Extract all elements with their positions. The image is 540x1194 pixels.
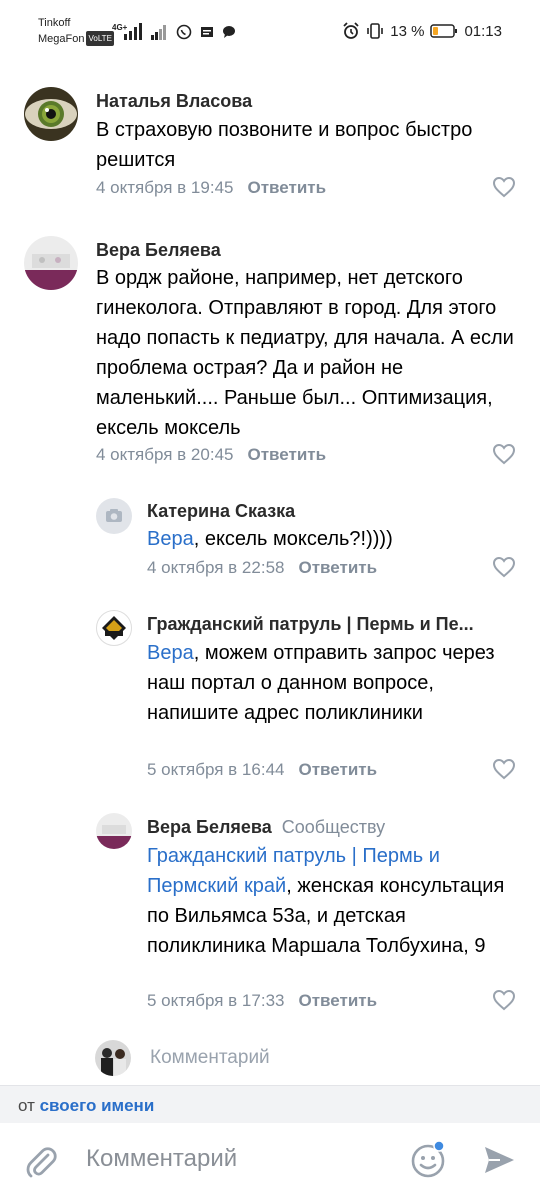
comment-meta: 5 октября в 17:33 Ответить xyxy=(147,991,377,1011)
avatar[interactable] xyxy=(24,236,78,290)
reply-button[interactable]: Ответить xyxy=(247,178,326,197)
comment-author[interactable]: Вера Беляева xyxy=(96,240,221,261)
comment-author-line: Вера Беляева Сообществу xyxy=(147,817,385,838)
comment-author[interactable]: Наталья Власова xyxy=(96,91,252,112)
comment-text: Вера, можем отправить запрос через наш п… xyxy=(147,638,497,728)
community-logo-icon xyxy=(102,616,126,640)
reply-button[interactable]: Ответить xyxy=(298,558,377,577)
reply-button[interactable]: Ответить xyxy=(298,991,377,1010)
post-as-prefix: от xyxy=(18,1096,40,1115)
network-type: 4G+ xyxy=(112,23,128,32)
send-icon[interactable] xyxy=(480,1141,518,1179)
avatar[interactable] xyxy=(24,87,78,141)
user-avatar xyxy=(95,1040,131,1076)
vibrate-icon xyxy=(367,23,384,39)
heart-icon[interactable] xyxy=(492,443,516,465)
comment-text: Вера, ексель моксель?!)))) xyxy=(147,524,517,554)
mention-link[interactable]: Вера xyxy=(147,642,194,664)
inline-comment-placeholder: Комментарий xyxy=(150,1047,270,1068)
paperclip-icon[interactable] xyxy=(22,1143,60,1181)
avatar-eye-image xyxy=(24,87,78,141)
post-as-link[interactable]: своего имени xyxy=(40,1096,155,1115)
carrier-2: MegaFon xyxy=(38,33,85,45)
carrier-info: Tinkoff MegaFon VoLTE xyxy=(38,16,114,47)
status-icons-right: 13 % 01:13 xyxy=(342,22,502,40)
status-bar: Tinkoff MegaFon VoLTE 4G+ 13 % 01:13 xyxy=(0,0,540,62)
comment-date: 5 октября в 17:33 xyxy=(147,991,285,1010)
comment-date: 4 октября в 22:58 xyxy=(147,558,285,577)
comment-body: , ексель моксель?!)))) xyxy=(193,528,393,550)
comment-date: 4 октября в 19:45 xyxy=(96,178,234,197)
volte-badge: VoLTE xyxy=(86,31,114,46)
signal-icon xyxy=(151,25,166,40)
user-avatar-image xyxy=(95,1040,131,1076)
comment-body: , можем отправить запрос через наш порта… xyxy=(147,642,495,724)
chat-icon xyxy=(223,26,235,38)
comment-input[interactable]: Комментарий xyxy=(86,1145,237,1173)
avatar[interactable] xyxy=(96,813,132,849)
inline-comment-field[interactable]: Комментарий xyxy=(95,1038,515,1078)
signal-4g-icon: 4G+ xyxy=(112,23,142,40)
battery-icon xyxy=(430,24,458,38)
heart-icon[interactable] xyxy=(492,176,516,198)
comment-meta: 4 октября в 19:45 Ответить xyxy=(96,178,326,198)
carrier-1: Tinkoff xyxy=(38,17,71,29)
comment-author[interactable]: Катерина Сказка xyxy=(147,501,295,522)
comment-date: 5 октября в 16:44 xyxy=(147,760,285,779)
whatsapp-icon xyxy=(176,24,192,40)
comment-meta: 5 октября в 16:44 Ответить xyxy=(147,760,377,780)
status-icons-left: 4G+ xyxy=(112,22,236,42)
comment-date: 4 октября в 20:45 xyxy=(96,445,234,464)
post-as-bar: от своего имени xyxy=(0,1085,540,1123)
comment-meta: 4 октября в 20:45 Ответить xyxy=(96,445,326,465)
avatar-image xyxy=(96,813,132,849)
alarm-icon xyxy=(343,22,359,39)
heart-icon[interactable] xyxy=(492,556,516,578)
avatar-image xyxy=(24,236,78,290)
mention-link[interactable]: Вера xyxy=(147,528,194,550)
avatar[interactable] xyxy=(96,610,132,646)
avatar[interactable] xyxy=(96,498,132,534)
comment-author[interactable]: Гражданский патруль | Пермь и Пе... xyxy=(147,614,474,635)
battery-percent: 13 % xyxy=(390,22,425,40)
comment-meta: 4 октября в 22:58 Ответить xyxy=(147,558,377,578)
post-as-label: от своего имени xyxy=(18,1096,154,1116)
heart-icon[interactable] xyxy=(492,758,516,780)
emoji-icon[interactable] xyxy=(408,1139,448,1179)
reply-button[interactable]: Ответить xyxy=(298,760,377,779)
comment-text: В страховую позвоните и вопрос быстро ре… xyxy=(96,119,473,171)
comment-author[interactable]: Вера Беляева xyxy=(147,817,272,837)
comment-text: В ордж районе, например, нет детского ги… xyxy=(96,267,514,439)
clock: 01:13 xyxy=(464,22,502,40)
comment-composer: Комментарий xyxy=(0,1123,540,1194)
camera-icon xyxy=(106,509,122,522)
heart-icon[interactable] xyxy=(492,989,516,1011)
community-tag: Сообществу xyxy=(281,817,386,837)
comment-text: Гражданский патруль | Пермь и Пермский к… xyxy=(147,841,512,961)
message-icon xyxy=(201,27,213,37)
reply-button[interactable]: Ответить xyxy=(247,445,326,464)
